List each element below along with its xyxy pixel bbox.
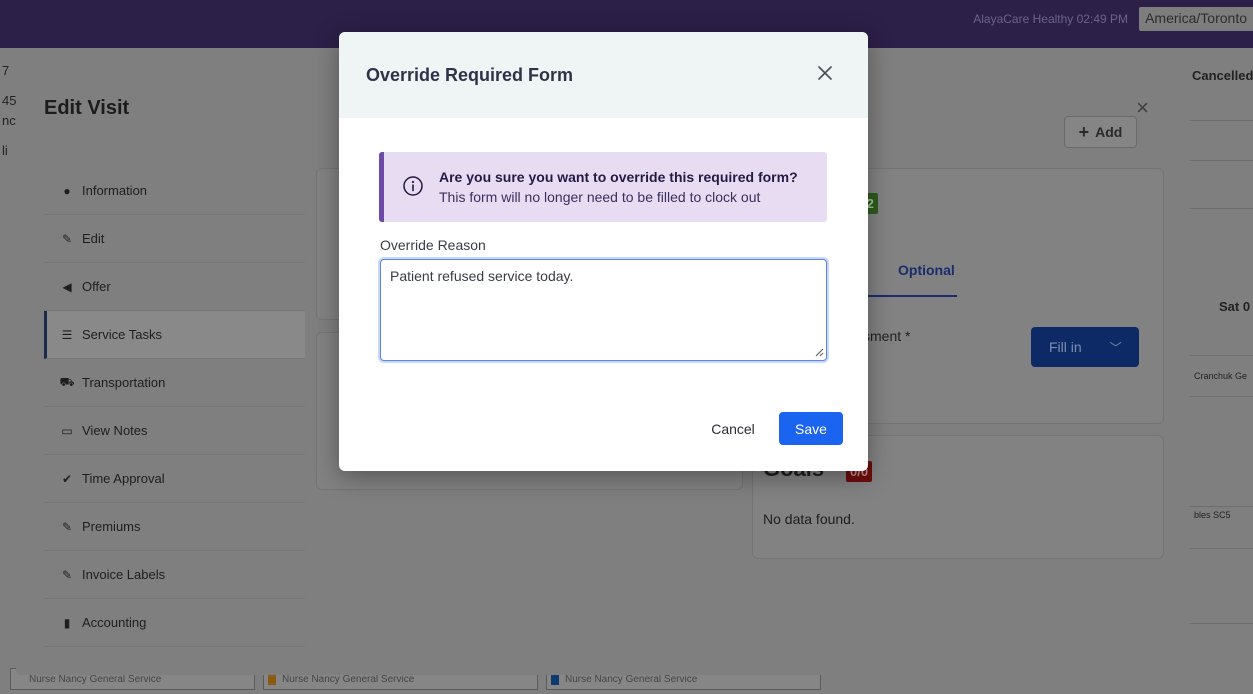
megaphone-icon: ◀ bbox=[62, 279, 72, 294]
edit-visit-title: Edit Visit bbox=[44, 97, 130, 119]
edit-visit-sidebar: ● Information ✎ Edit ◀ Offer ☰ Service Tasks… bbox=[44, 167, 305, 647]
bg-fragment: 7 bbox=[2, 63, 10, 78]
bar-chart-icon: ▮ bbox=[63, 615, 71, 630]
sidebar-item-premiums[interactable]: ✎ Premiums bbox=[44, 503, 305, 551]
bg-fragment: bles SC5 bbox=[1194, 510, 1231, 520]
sidebar-item-edit[interactable]: ✎ Edit bbox=[44, 215, 305, 263]
sidebar-item-label: Invoice Labels bbox=[82, 567, 166, 582]
add-form-button[interactable]: + Add bbox=[1064, 116, 1137, 148]
close-icon[interactable] bbox=[813, 61, 837, 85]
override-form-modal: Override Required Form Are you sure you … bbox=[339, 32, 868, 471]
task-list-icon: ☰ bbox=[61, 327, 73, 342]
sidebar-item-transportation[interactable]: ⛟ Transportation bbox=[44, 359, 305, 407]
sidebar-item-information[interactable]: ● Information bbox=[44, 167, 305, 215]
sidebar-item-label: Accounting bbox=[82, 615, 147, 630]
bg-fragment: Sat 0 bbox=[1219, 299, 1251, 314]
sidebar-item-view-notes[interactable]: ▭ View Notes bbox=[44, 407, 305, 455]
timezone-select[interactable]: America/Toronto bbox=[1139, 7, 1253, 31]
modal-title: Override Required Form bbox=[366, 65, 574, 85]
bg-fragment: li bbox=[2, 143, 8, 158]
save-button[interactable]: Save bbox=[779, 412, 843, 445]
sidebar-item-label: Service Tasks bbox=[82, 327, 162, 342]
alert-title: Are you sure you want to override this r… bbox=[439, 169, 798, 185]
override-reason-textarea[interactable]: Patient refused service today. bbox=[380, 259, 827, 361]
chevron-down-icon: ﹀ bbox=[1109, 340, 1122, 355]
tab-optional[interactable]: Optional bbox=[898, 262, 955, 278]
check-icon: ✔ bbox=[61, 471, 73, 486]
bg-fragment: 45 bbox=[2, 93, 17, 108]
sidebar-item-service-tasks[interactable]: ☰ Service Tasks bbox=[44, 311, 305, 359]
sidebar-item-label: Time Approval bbox=[82, 471, 165, 486]
sidebar-item-accounting[interactable]: ▮ Accounting bbox=[44, 599, 305, 647]
clinic-time-text: AlayaCare Healthy 02:49 PM bbox=[973, 12, 1128, 26]
book-icon: ▭ bbox=[61, 423, 73, 438]
sidebar-item-label: Information bbox=[82, 183, 148, 198]
pencil-icon: ✎ bbox=[61, 567, 73, 582]
sidebar-item-label: Offer bbox=[82, 279, 111, 294]
fill-in-dropdown[interactable]: Fill in ﹀ bbox=[1031, 327, 1139, 367]
bg-fragment: nc bbox=[2, 113, 16, 128]
car-icon: ⛟ bbox=[59, 374, 75, 389]
sidebar-item-time-approval[interactable]: ✔ Time Approval bbox=[44, 455, 305, 503]
info-circle-icon bbox=[403, 176, 423, 196]
close-icon[interactable]: × bbox=[1136, 95, 1149, 121]
bg-fragment: Cranchuk Ge bbox=[1194, 371, 1248, 381]
pencil-icon: ✎ bbox=[61, 231, 73, 246]
alert-body: This form will no longer need to be fill… bbox=[439, 189, 761, 205]
override-reason-label: Override Reason bbox=[380, 237, 486, 253]
override-warning-alert: Are you sure you want to override this r… bbox=[379, 152, 827, 222]
plus-icon: + bbox=[1078, 121, 1090, 142]
sidebar-item-offer[interactable]: ◀ Offer bbox=[44, 263, 305, 311]
sidebar-item-label: Edit bbox=[82, 231, 105, 246]
sidebar-item-label: Premiums bbox=[82, 519, 141, 534]
tab-active-indicator bbox=[857, 295, 957, 297]
info-circle-icon: ● bbox=[63, 183, 71, 198]
modal-header: Override Required Form bbox=[339, 32, 868, 118]
pencil-icon: ✎ bbox=[61, 519, 73, 534]
goals-empty-text: No data found. bbox=[763, 511, 855, 527]
sidebar-item-label: View Notes bbox=[82, 423, 148, 438]
sidebar-item-invoice-labels[interactable]: ✎ Invoice Labels bbox=[44, 551, 305, 599]
cancel-button[interactable]: Cancel bbox=[703, 413, 763, 445]
bg-fragment: Cancelled bbox=[1192, 68, 1253, 83]
sidebar-item-label: Transportation bbox=[82, 375, 166, 390]
